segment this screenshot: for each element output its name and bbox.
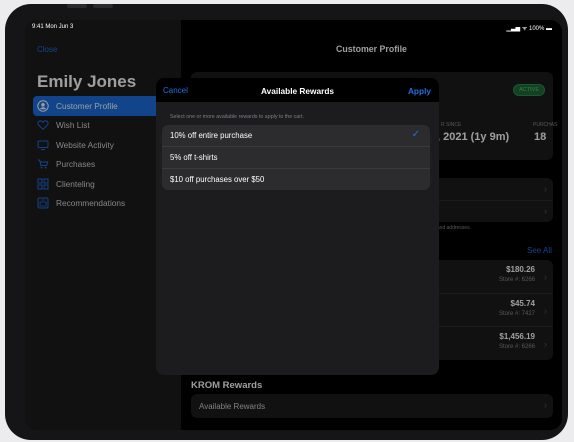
tablet-frame: Close Emily Jones Customer Profile Wish … <box>5 4 568 440</box>
reward-label: 10% off entire purchase <box>170 131 253 140</box>
reward-label: 5% off t-shirts <box>170 153 218 162</box>
status-indicators: ▁▃▅ ᯤ 100% ▬ <box>506 26 552 32</box>
reward-option-10-off[interactable]: 10% off entire purchase ✓ <box>162 125 430 147</box>
reward-option-10-off-over-50[interactable]: $10 off purchases over $50 <box>162 169 430 190</box>
screen: Close Emily Jones Customer Profile Wish … <box>25 20 562 430</box>
modal-hint: Select one or more available rewards to … <box>170 114 304 120</box>
modal-header: Cancel Available Rewards Apply <box>156 78 439 102</box>
rewards-list: 10% off entire purchase ✓ 5% off t-shirt… <box>162 125 430 190</box>
available-rewards-modal: Cancel Available Rewards Apply Select on… <box>156 78 439 375</box>
reward-option-5-off-tshirts[interactable]: 5% off t-shirts <box>162 147 430 169</box>
reward-label: $10 off purchases over $50 <box>170 175 265 184</box>
checkmark-icon: ✓ <box>411 129 420 140</box>
apply-button[interactable]: Apply <box>408 86 431 96</box>
volume-button <box>67 4 87 8</box>
status-time: 9:41 Mon Jun 3 <box>32 24 74 30</box>
status-bar: 9:41 Mon Jun 3 ▁▃▅ ᯤ 100% ▬ <box>25 20 562 34</box>
modal-title: Available Rewards <box>260 86 334 96</box>
volume-button <box>93 4 113 8</box>
